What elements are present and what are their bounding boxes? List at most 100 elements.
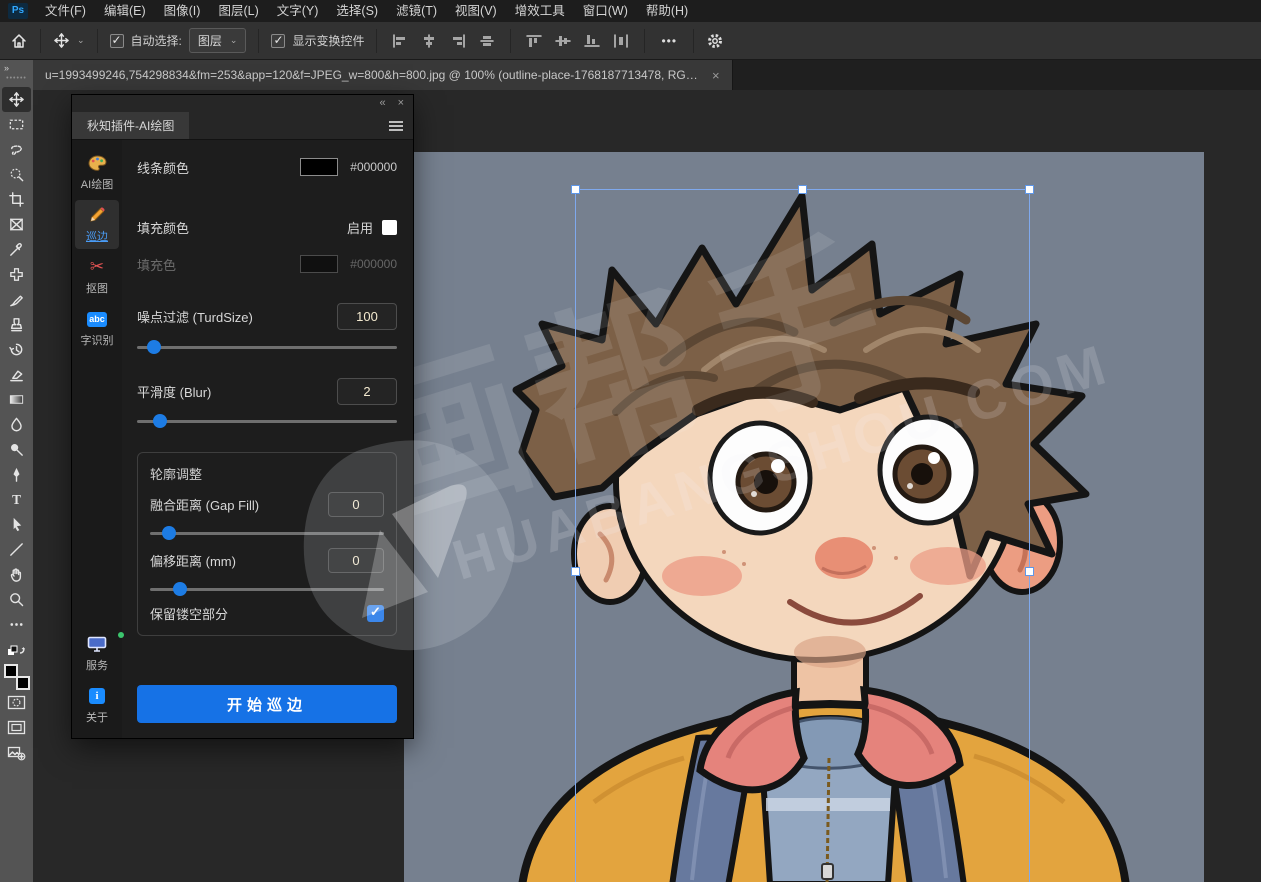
align-edges-icon[interactable] [476, 31, 498, 51]
nav-item-cutout[interactable]: ✂ 抠图 [75, 252, 119, 301]
smooth-slider-thumb[interactable] [153, 414, 167, 428]
menu-file[interactable]: 文件(F) [36, 0, 95, 22]
divider [40, 29, 41, 53]
dodge-tool[interactable] [2, 437, 31, 462]
gap-fill-slider-track[interactable] [150, 532, 384, 535]
frame-tool[interactable] [2, 212, 31, 237]
offset-slider[interactable] [150, 582, 384, 596]
move-tool-icon[interactable] [53, 32, 70, 49]
fill-enable-checkbox[interactable] [382, 220, 397, 235]
spot-healing-brush-tool[interactable] [2, 262, 31, 287]
panel-tab-title[interactable]: 秋知插件-AI绘图 [72, 112, 189, 139]
edit-toolbar-icon[interactable] [2, 612, 31, 637]
screen-mode-icon[interactable] [2, 715, 31, 740]
smooth-slider-track[interactable] [137, 420, 397, 423]
menu-bar: Ps 文件(F) 编辑(E) 图像(I) 图层(L) 文字(Y) 选择(S) 滤… [0, 0, 1261, 22]
brush-tool[interactable] [2, 287, 31, 312]
close-icon[interactable]: × [712, 68, 720, 83]
background-color-swatch[interactable] [16, 676, 30, 690]
fill-color-hex: #000000 [350, 257, 397, 271]
transform-handle-middle-left[interactable] [571, 567, 580, 576]
hamburger-menu-icon[interactable] [389, 121, 403, 131]
eyedropper-tool[interactable] [2, 237, 31, 262]
rectangular-marquee-tool[interactable] [2, 112, 31, 137]
line-tool[interactable] [2, 537, 31, 562]
line-color-swatch[interactable] [300, 158, 338, 176]
crop-tool[interactable] [2, 187, 31, 212]
type-tool[interactable]: T [2, 487, 31, 512]
distribute-icon[interactable] [610, 31, 632, 51]
noise-input[interactable] [337, 303, 397, 330]
noise-slider[interactable] [137, 340, 397, 354]
history-brush-tool[interactable] [2, 337, 31, 362]
gap-fill-input[interactable] [328, 492, 384, 517]
nav-item-service[interactable]: 服务 [75, 629, 119, 678]
nav-item-ocr[interactable]: abc 字识别 [75, 304, 119, 353]
keep-hollow-checkbox[interactable] [367, 605, 384, 622]
menu-select[interactable]: 选择(S) [327, 0, 387, 22]
transform-edge-right[interactable] [1029, 189, 1030, 882]
menu-type[interactable]: 文字(Y) [268, 0, 328, 22]
swap-colors-icon[interactable] [2, 637, 31, 662]
panel-collapse-icon[interactable]: « [379, 95, 385, 112]
offset-input[interactable] [328, 548, 384, 573]
align-middle-icon[interactable] [552, 31, 574, 51]
share-image-icon[interactable] [2, 740, 31, 765]
align-top-icon[interactable] [523, 31, 545, 51]
blur-tool[interactable] [2, 412, 31, 437]
pen-tool[interactable] [2, 462, 31, 487]
transform-handle-top-right[interactable] [1025, 185, 1034, 194]
auto-select-checkbox[interactable] [110, 34, 124, 48]
home-icon[interactable] [10, 32, 28, 50]
menu-view[interactable]: 视图(V) [446, 0, 506, 22]
transform-handle-top-center[interactable] [798, 185, 807, 194]
show-transform-checkbox[interactable] [271, 34, 285, 48]
panel-close-icon[interactable]: × [398, 95, 404, 112]
start-outline-button[interactable]: 开始巡边 [137, 685, 397, 723]
nav-item-about[interactable]: i 关于 [75, 681, 119, 730]
transform-handle-middle-right[interactable] [1025, 567, 1034, 576]
gradient-tool[interactable] [2, 387, 31, 412]
chevron-down-icon[interactable]: ⌄ [77, 35, 85, 46]
nav-item-ai-draw[interactable]: AI绘图 [75, 148, 119, 197]
offset-slider-thumb[interactable] [173, 582, 187, 596]
align-left-icon[interactable] [389, 31, 411, 51]
toolbar-collapse-icon[interactable]: » [0, 61, 33, 75]
document-canvas[interactable]: 画帮手 HUABANGSHOU.COM [404, 152, 1204, 882]
zoom-tool[interactable] [2, 587, 31, 612]
nav-item-outline[interactable]: 巡边 [75, 200, 119, 249]
menu-layer[interactable]: 图层(L) [209, 0, 267, 22]
lasso-tool[interactable] [2, 137, 31, 162]
align-center-h-icon[interactable] [418, 31, 440, 51]
clone-stamp-tool[interactable] [2, 312, 31, 337]
align-bottom-icon[interactable] [581, 31, 603, 51]
smooth-slider[interactable] [137, 414, 397, 428]
hand-tool[interactable] [2, 562, 31, 587]
menu-help[interactable]: 帮助(H) [637, 0, 697, 22]
foreground-background-colors[interactable] [4, 664, 30, 690]
menu-edit[interactable]: 编辑(E) [95, 0, 155, 22]
document-tab[interactable]: u=1993499246,754298834&fm=253&app=120&f=… [33, 60, 733, 90]
menu-plugins[interactable]: 增效工具 [506, 0, 574, 22]
path-selection-tool[interactable] [2, 512, 31, 537]
quick-mask-mode-icon[interactable] [2, 690, 31, 715]
transform-edge-left[interactable] [575, 189, 576, 882]
auto-select-target-dropdown[interactable]: 图层⌄ [189, 28, 247, 53]
foreground-color-swatch[interactable] [4, 664, 18, 678]
gap-fill-slider[interactable] [150, 526, 384, 540]
align-right-icon[interactable] [447, 31, 469, 51]
noise-slider-thumb[interactable] [147, 340, 161, 354]
eraser-tool[interactable] [2, 362, 31, 387]
quick-selection-tool[interactable] [2, 162, 31, 187]
gear-icon[interactable] [706, 32, 724, 50]
more-options-icon[interactable]: ••• [657, 34, 681, 48]
menu-filter[interactable]: 滤镜(T) [387, 0, 446, 22]
transform-handle-top-left[interactable] [571, 185, 580, 194]
noise-slider-track[interactable] [137, 346, 397, 349]
menu-image[interactable]: 图像(I) [155, 0, 210, 22]
smooth-input[interactable] [337, 378, 397, 405]
move-tool[interactable] [2, 87, 31, 112]
gap-fill-slider-thumb[interactable] [162, 526, 176, 540]
menu-window[interactable]: 窗口(W) [574, 0, 637, 22]
toolbar-grip[interactable]: •••••• [6, 75, 27, 83]
